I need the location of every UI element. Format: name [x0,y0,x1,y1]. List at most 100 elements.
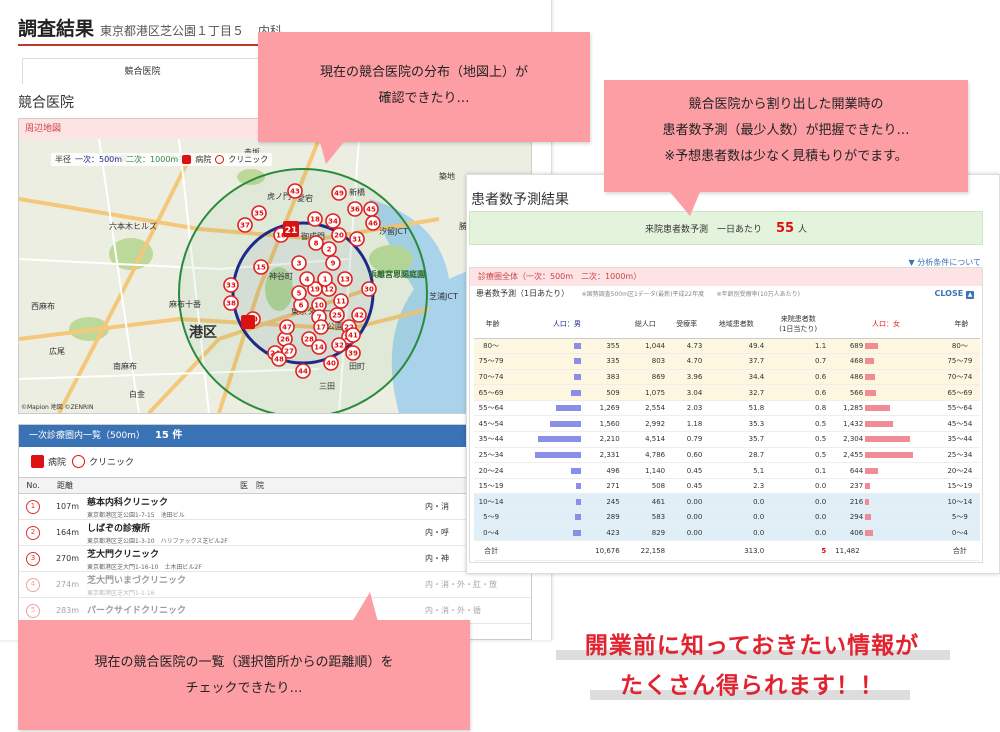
clinic-marker[interactable]: 30 [361,281,377,297]
row-female: 486 [849,372,864,381]
list-header: 一次診療圏内一覧（500m） 15 件 [19,425,531,447]
clinic-marker[interactable]: 2 [321,241,337,257]
clinic-marker[interactable]: 42 [351,307,367,323]
row-regional: 49.4 [705,338,768,355]
svg-text:49: 49 [334,190,344,198]
row-age: 0～4 [474,525,512,542]
row-age-right: 75～79 [942,353,980,370]
map-canvas[interactable]: 乃木坂六本木赤坂港区西麻布広尾南麻布白金愛宕御成門浜離宮恩賜庭園芝浦JCT築地勝… [19,139,531,413]
row-distance: 107m [47,493,83,520]
col-no: No. [19,477,47,494]
area-map[interactable]: 乃木坂六本木赤坂港区西麻布広尾南麻布白金愛宕御成門浜離宮恩賜庭園芝浦JCT築地勝… [19,139,531,413]
clinic-marker[interactable]: 8 [308,235,324,251]
row-address: 東京都港区芝大門1-16-10 土木田ビル2F [87,563,202,571]
clinic-marker[interactable]: 47 [279,319,295,335]
clinic-marker[interactable]: 43 [287,183,303,199]
row-age: 5～9 [474,509,512,526]
row-rate: 1.18 [668,415,706,433]
close-icon: ▲ [966,291,974,299]
row-age-right: 5～9 [942,509,980,526]
female-bar [865,529,874,536]
svg-text:44: 44 [298,368,308,376]
male-bar [574,373,582,380]
callout-estimate-line3: ※予想患者数は少なく見積もりがでます。 [664,149,908,164]
clinic-marker[interactable]: 39 [345,345,361,361]
list-count: 15 件 [154,430,183,441]
row-age: 65～69 [474,384,512,401]
clinic-marker[interactable]: 49 [331,185,347,201]
row-rate: 4.73 [668,338,706,355]
clinic-marker[interactable]: 25 [329,307,345,323]
male-bar [574,358,582,365]
clinic-marker[interactable]: 14 [311,339,327,355]
row-name[interactable]: しばぞの診療所 [87,521,421,534]
clinic-marker[interactable]: 15 [253,259,269,275]
clinic-marker[interactable]: 20 [331,227,347,243]
clinic-marker[interactable]: 44 [295,363,311,379]
clinic-marker[interactable]: 9 [325,255,341,271]
row-rate: 0.79 [668,431,706,448]
tab-competitors[interactable]: 競合医院 [23,59,263,85]
row-name[interactable]: 芝大門いまづクリニック [87,573,421,586]
table-row: 45～54 1,560 2,992 1.18 35.3 0.5 1,432 45… [474,415,980,433]
row-total: 829 [622,525,669,542]
clinic-marker[interactable]: 48 [271,351,287,367]
clinic-marker[interactable]: 18 [307,211,323,227]
callout-map: 現在の競合医院の分布（地図上）が 確認できたり… [258,32,590,142]
row-male: 2,210 [599,435,620,444]
table-row: 5～9 289 583 0.00 0.0 0.0 294 5～9 [474,509,980,526]
row-female: 1,285 [843,404,864,413]
male-bar [571,467,582,474]
clinic-marker[interactable]: 37 [237,217,253,233]
close-button[interactable]: CLOSE ▲ [934,286,974,302]
row-age: 25～34 [474,447,512,464]
svg-text:28: 28 [304,336,314,344]
clinic-marker[interactable]: 45 [363,201,379,217]
row-regional: 28.7 [705,447,768,464]
clinic-legend-icon [72,455,86,468]
row-male: 423 [606,528,620,537]
callout-estimate-tail [670,192,700,216]
clinic-marker[interactable]: 40 [323,355,339,371]
row-regional: 0.0 [705,509,768,526]
row-visits: 0.5 [767,415,830,433]
clinic-marker[interactable]: 13 [337,271,353,287]
clinic-marker[interactable]: 46 [365,215,381,231]
clinic-marker[interactable]: 41 [345,327,361,343]
clinic-marker[interactable]: 33 [223,277,239,293]
female-bar [865,389,877,396]
table-row[interactable]: 4 274m 芝大門いまづクリニック 東京都港区芝大門1-1-16 内・消・外・肛… [19,571,531,598]
table-row[interactable]: 1 107m 慈本内科クリニック 東京都港区芝公園1-7-15 池田ビル 内・消 [19,493,531,520]
female-bar [865,514,872,521]
female-bar [865,420,894,427]
row-male: 2,331 [599,450,620,459]
table-row[interactable]: 3 270m 芝大門クリニック 東京都港区芝大門1-16-10 土木田ビル2F 内… [19,545,531,572]
clinic-marker[interactable]: 35 [251,205,267,221]
clinic-marker[interactable]: 5 [291,285,307,301]
visit-estimate-banner: 来院患者数予測 一日あたり 55 人 [469,211,983,245]
row-male: 496 [606,466,620,475]
row-age-right: 55～64 [942,400,980,417]
row-name[interactable]: 慈本内科クリニック [87,495,421,508]
clinic-marker[interactable]: 36 [347,201,363,217]
row-name[interactable]: 芝大門クリニック [87,547,421,560]
clinic-marker[interactable]: 38 [223,295,239,311]
clinic-marker[interactable]: 32 [331,337,347,353]
clinic-marker[interactable]: 17 [313,319,329,335]
table-row[interactable]: 2 164m しばぞの診療所 東京都港区芝公園1-3-10 ハリファックス芝ビル2… [19,519,531,546]
panel-subheader: 患者数予測（1日あたり） ※国勢調査500m区1データ(最新)平成22年度 ※年… [470,286,982,302]
clinic-marker[interactable]: 11 [333,293,349,309]
row-distance: 270m [47,545,83,572]
row-number-icon: 5 [26,603,40,618]
table-row: 70～74 383 869 3.96 34.4 0.6 486 70～74 [474,369,980,386]
clinic-marker[interactable]: 4 [299,271,315,287]
col-visits: 来院患者数 (1日当たり) [767,310,830,339]
clinic-marker[interactable]: 3 [291,255,307,271]
female-bar [865,498,870,505]
svg-text:4: 4 [305,276,310,284]
clinic-marker[interactable]: 31 [349,231,365,247]
row-visits: 0.8 [767,400,830,417]
clinic-marker[interactable]: 1 [317,271,333,287]
clinic-marker[interactable]: 34 [325,213,341,229]
map-label: 新橋 [349,187,365,197]
